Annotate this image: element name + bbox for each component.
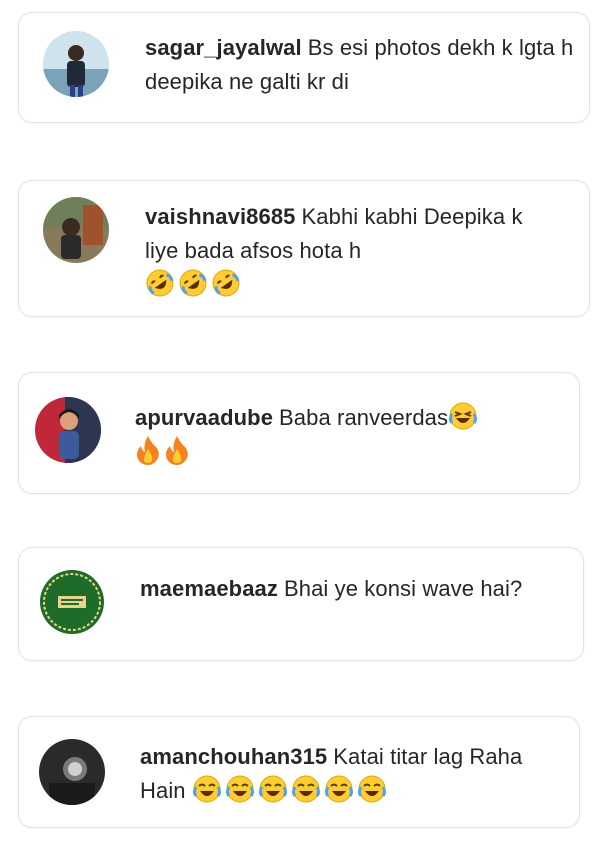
username-link[interactable]: apurvaadube [135,405,273,430]
rolling-on-floor-laughing-emoji [145,268,175,298]
username-link[interactable]: vaishnavi8685 [145,204,296,229]
comment-body: Baba ranveerdas [279,405,449,430]
comment-card: vaishnavi8685 Kabhi kabhi Deepika k liye … [18,180,590,317]
comment-card: amanchouhan315 Katai titar lag Raha Hain [18,716,580,828]
username-link[interactable]: maemaebaaz [140,576,278,601]
fire-emoji [164,435,190,465]
comment-card: apurvaadube Baba ranveerdas [18,372,580,494]
rolling-on-floor-laughing-emoji [178,268,208,298]
grinning-squinting-tears-emoji [448,401,478,431]
comment-text: apurvaadube Baba ranveerdas [135,401,565,469]
avatar-icon[interactable] [43,197,109,263]
avatar-icon[interactable] [39,569,105,635]
comment-text: maemaebaaz Bhai ye konsi wave hai? [140,572,560,606]
avatar-icon[interactable] [39,739,105,805]
rolling-on-floor-laughing-emoji [211,268,241,298]
comment-text: amanchouhan315 Katai titar lag Raha Hain [140,740,560,808]
avatar-icon[interactable] [35,397,101,463]
laughing-tears-emoji [291,774,321,804]
laughing-tears-emoji [324,774,354,804]
laughing-tears-emoji [258,774,288,804]
laughing-tears-emoji [192,774,222,804]
comment-card: sagar_jayalwal Bs esi photos dekh k lgta … [18,12,590,123]
laughing-tears-emoji [357,774,387,804]
username-link[interactable]: sagar_jayalwal [145,35,302,60]
comment-body: Bhai ye konsi wave hai? [283,576,523,601]
username-link[interactable]: amanchouhan315 [140,744,327,769]
laughing-tears-emoji [225,774,255,804]
comment-text: vaishnavi8685 Kabhi kabhi Deepika k liye … [145,200,555,302]
comment-text: sagar_jayalwal Bs esi photos dekh k lgta … [145,31,575,99]
avatar-icon[interactable] [43,31,109,97]
fire-emoji [135,435,161,465]
comment-card: maemaebaaz Bhai ye konsi wave hai? [18,547,584,661]
